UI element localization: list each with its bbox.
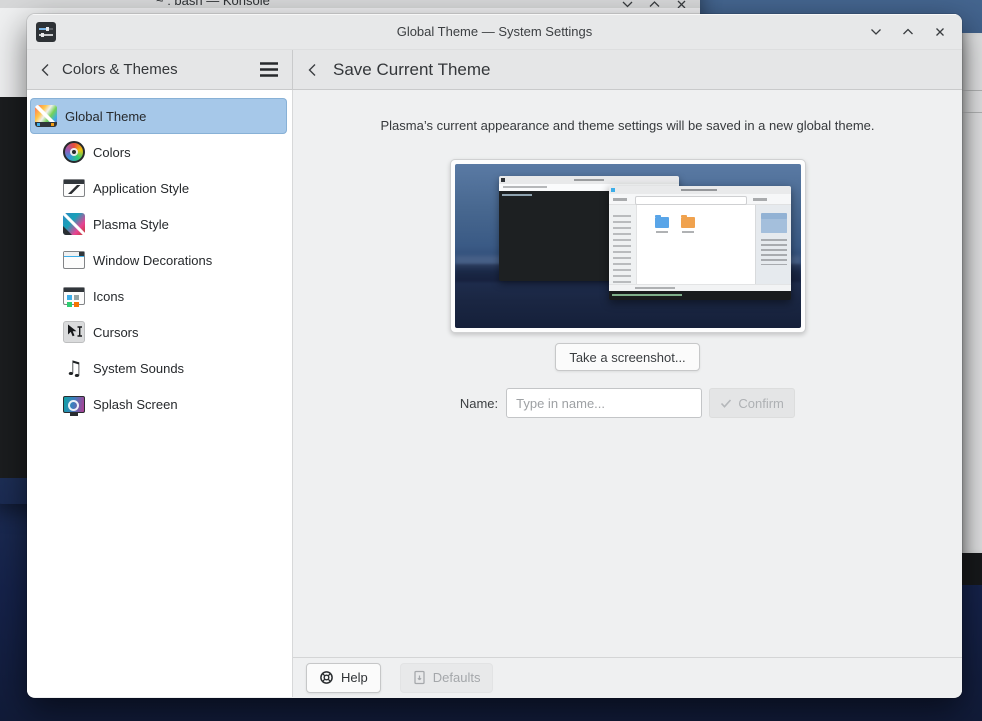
- sidebar-back-button[interactable]: [38, 62, 54, 78]
- background-window-divider: [960, 90, 982, 91]
- background-window-right-edge: [960, 33, 982, 553]
- sidebar-item-colors[interactable]: Colors: [30, 134, 287, 170]
- preview-folder-icon: [681, 217, 695, 228]
- preview-filemanager-terminal-panel: [609, 291, 791, 300]
- system-settings-window: Global Theme — System Settings Colors & …: [27, 14, 962, 698]
- preview-filemanager-files: [637, 205, 755, 284]
- sidebar-item-label: Splash Screen: [93, 397, 178, 412]
- preview-filemanager-statusbar: [609, 284, 791, 291]
- background-konsole-window-controls: [621, 0, 688, 8]
- sidebar-item-label: System Sounds: [93, 361, 184, 376]
- theme-name-row: Name: Confirm: [293, 388, 962, 418]
- name-label: Name:: [460, 396, 498, 411]
- sidebar-item-cursors[interactable]: Cursors: [30, 314, 287, 350]
- window-decorations-icon: [63, 251, 85, 269]
- sidebar-item-label: Global Theme: [65, 109, 146, 124]
- background-window-dark-band: [960, 553, 982, 585]
- sidebar-item-splash-screen[interactable]: Splash Screen: [30, 386, 287, 422]
- window-title: Global Theme — System Settings: [27, 24, 962, 39]
- confirm-button-label: Confirm: [738, 396, 784, 411]
- sidebar-item-label: Plasma Style: [93, 217, 169, 232]
- preview-filemanager-titlebar: [609, 186, 791, 194]
- preview-konsole-titlebar: [499, 176, 679, 184]
- save-theme-page: Plasma’s current appearance and theme se…: [293, 90, 962, 697]
- sidebar-item-system-sounds[interactable]: ♫ System Sounds: [30, 350, 287, 386]
- colors-icon: [63, 141, 85, 163]
- hamburger-menu-icon[interactable]: [258, 60, 280, 84]
- sidebar: Global Theme Colors Application Style Pl…: [27, 90, 293, 697]
- system-settings-app-icon: [36, 22, 56, 42]
- theme-name-input[interactable]: [506, 388, 702, 418]
- cursors-icon: [63, 321, 85, 343]
- take-screenshot-button[interactable]: Take a screenshot...: [555, 343, 699, 371]
- page-description: Plasma’s current appearance and theme se…: [293, 118, 962, 133]
- minimize-icon[interactable]: [621, 0, 634, 8]
- preview-filemanager-window: [609, 186, 791, 300]
- page-footer: Help Defaults: [293, 657, 962, 697]
- window-body: Global Theme Colors Application Style Pl…: [27, 90, 962, 697]
- background-window-divider: [960, 112, 982, 113]
- sidebar-item-label: Window Decorations: [93, 253, 212, 268]
- background-konsole-titlebar[interactable]: ~ : bash — Konsole: [0, 0, 700, 8]
- page-header: Save Current Theme: [293, 50, 962, 89]
- close-icon[interactable]: [675, 0, 688, 8]
- page-title: Save Current Theme: [333, 60, 490, 80]
- preview-filemanager-body: [609, 205, 791, 284]
- header-row: Colors & Themes Save Current Theme: [27, 50, 962, 90]
- sidebar-item-label: Colors: [93, 145, 131, 160]
- window-controls: [868, 14, 948, 50]
- preview-filemanager-toolbar: [609, 194, 791, 205]
- global-theme-icon: [35, 105, 57, 127]
- sidebar-item-plasma-style[interactable]: Plasma Style: [30, 206, 287, 242]
- background-konsole-title: ~ : bash — Konsole: [156, 0, 270, 8]
- sidebar-item-global-theme[interactable]: Global Theme: [30, 98, 287, 134]
- confirm-button[interactable]: Confirm: [709, 388, 795, 418]
- defaults-button-label: Defaults: [433, 670, 481, 685]
- system-sounds-icon: ♫: [63, 357, 85, 379]
- icons-icon: [63, 287, 85, 305]
- sidebar-item-label: Cursors: [93, 325, 139, 340]
- sidebar-header-title: Colors & Themes: [62, 61, 178, 78]
- close-icon[interactable]: [932, 24, 948, 40]
- minimize-icon[interactable]: [868, 24, 884, 40]
- splash-screen-icon: [63, 396, 85, 413]
- sidebar-item-application-style[interactable]: Application Style: [30, 170, 287, 206]
- theme-preview-image: [455, 164, 801, 328]
- check-icon: [720, 398, 732, 409]
- sidebar-item-label: Icons: [93, 289, 124, 304]
- maximize-icon[interactable]: [900, 24, 916, 40]
- window-titlebar[interactable]: Global Theme — System Settings: [27, 14, 962, 50]
- sidebar-header: Colors & Themes: [27, 50, 293, 89]
- defaults-document-icon: [413, 670, 426, 685]
- maximize-icon[interactable]: [648, 0, 661, 8]
- defaults-button[interactable]: Defaults: [400, 663, 494, 693]
- help-button[interactable]: Help: [306, 663, 381, 693]
- preview-filemanager-info-panel: [755, 205, 791, 284]
- plasma-style-icon: [63, 213, 85, 235]
- preview-folder-icon: [655, 217, 669, 228]
- preview-filemanager-sidebar: [609, 205, 637, 284]
- help-lifebuoy-icon: [319, 670, 334, 685]
- theme-preview-frame: [450, 159, 806, 333]
- application-style-icon: [63, 179, 85, 197]
- help-button-label: Help: [341, 670, 368, 685]
- sidebar-item-label: Application Style: [93, 181, 189, 196]
- page-back-button[interactable]: [305, 62, 321, 78]
- sidebar-item-icons[interactable]: Icons: [30, 278, 287, 314]
- sidebar-item-window-decorations[interactable]: Window Decorations: [30, 242, 287, 278]
